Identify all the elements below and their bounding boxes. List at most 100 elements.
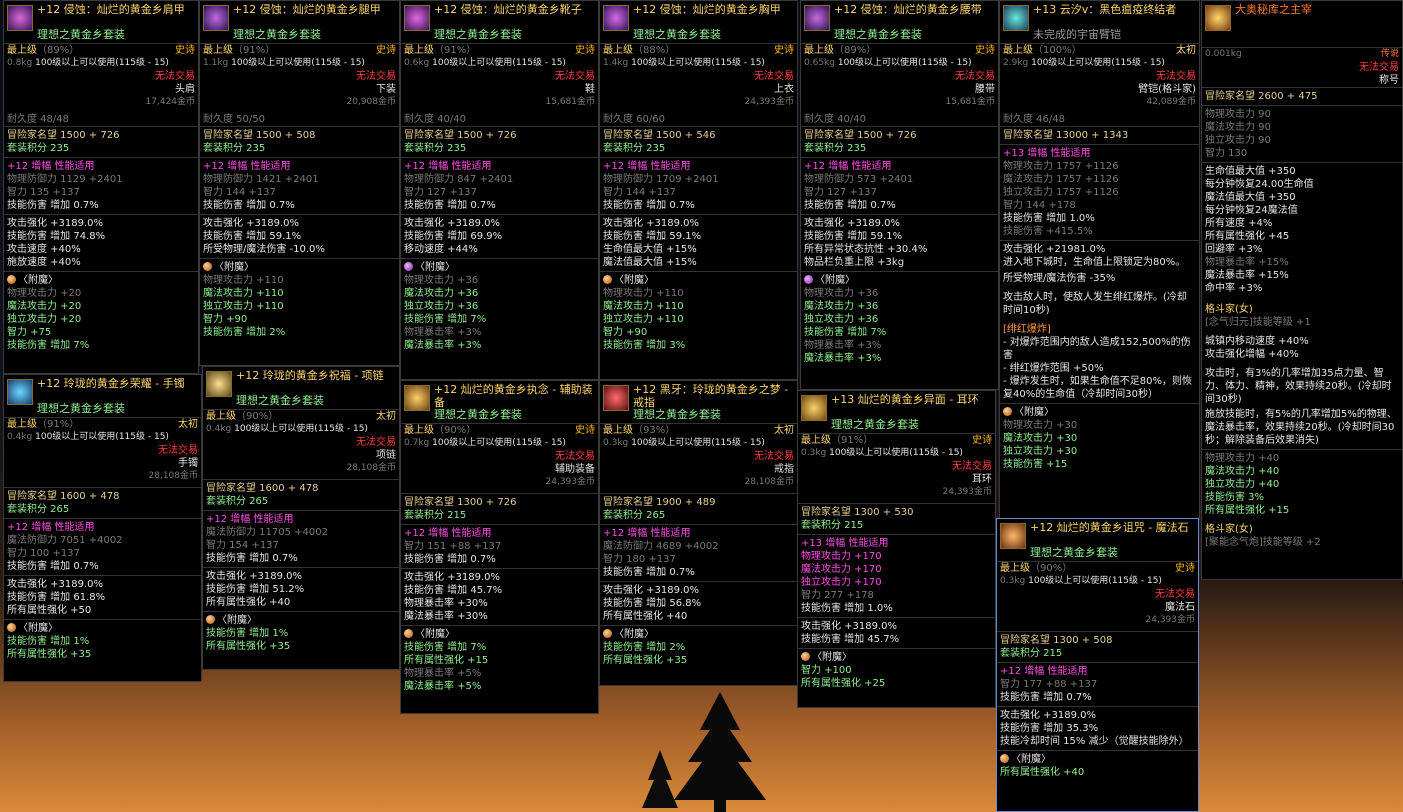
- weight: 0.3kg: [1000, 576, 1026, 586]
- enchant-line: 技能伤害 增加 7%: [804, 327, 887, 338]
- fame: 冒险家名望 1300 + 726: [404, 497, 517, 508]
- item-card-necklace[interactable]: +12 玲珑的黄金乡祝福 - 项链 理想之黄金乡套装 最上级（90%） 太初 0.…: [202, 366, 400, 670]
- enchant-line: 所有属性强化 +40: [1000, 767, 1085, 778]
- trade-status: 无法交易: [955, 71, 995, 82]
- option-line: 攻击强化 +3189.0%: [404, 218, 501, 229]
- stat-line: 技能伤害 增加 0.7%: [206, 553, 298, 564]
- slot-type: 耳环: [972, 474, 992, 485]
- leg-armor-icon: [203, 5, 229, 31]
- option-line: 技能冷却时间 15% 减少（觉醒技能除外）: [1000, 736, 1189, 747]
- grade-pct: （100%）: [1033, 45, 1082, 56]
- enchant-line: 物理暴击率 +3%: [804, 340, 882, 351]
- trade-status: 无法交易: [1359, 62, 1399, 73]
- option-line: 物品栏负重上限 +3kg: [804, 257, 905, 268]
- enchant-title: 〈附魔〉: [614, 629, 654, 640]
- enchant-line: 独立攻击力 +110: [203, 301, 284, 312]
- slot-type: 鞋: [585, 84, 595, 95]
- enchant-line: 物理攻击力 +110: [203, 275, 284, 286]
- enchant-line: 独立攻击力 +110: [603, 314, 684, 325]
- option-line: 技能伤害 增加 74.8%: [7, 231, 106, 242]
- set-points: 套装积分 215: [1000, 648, 1063, 659]
- set-name: 理想之黄金乡套装: [434, 28, 522, 41]
- item-name: +12 玲珑的黄金乡荣耀 - 手镯: [37, 377, 185, 390]
- slot-type: 称号: [1379, 75, 1399, 86]
- grade: 最上级: [1003, 45, 1033, 56]
- trade-status: 无法交易: [356, 71, 396, 82]
- crimson-title: [绯红爆炸]: [1003, 324, 1051, 335]
- stat-line: 独立攻击力 1757 +1126: [1003, 187, 1119, 198]
- rarity: 史诗: [972, 435, 992, 446]
- price: 28,108金币: [744, 477, 795, 487]
- item-card-bracelet[interactable]: +12 玲珑的黄金乡荣耀 - 手镯 理想之黄金乡套装 最上级（91%） 太初 0.…: [3, 374, 202, 682]
- durability: 耐久度 48/48: [7, 114, 69, 125]
- fame: 冒险家名望 2600 + 475: [1205, 91, 1318, 102]
- grade-pct: （91%）: [831, 435, 874, 446]
- option-line: 攻击强化 +3189.0%: [404, 572, 501, 583]
- durability: 耐久度 40/40: [804, 114, 866, 125]
- item-card-ring[interactable]: +12 黑牙：玲珑的黄金乡之梦 - 戒指 理想之黄金乡套装 最上级（93%） 太初…: [599, 380, 798, 686]
- option-line: 技能伤害 增加 56.8%: [603, 598, 702, 609]
- stat-line: 物理攻击力 90: [1205, 109, 1271, 120]
- weight: 1.1kg: [203, 58, 229, 68]
- option-line: 魔法值最大值 +15%: [603, 257, 697, 268]
- option-line: 技能伤害 增加 59.1%: [203, 231, 302, 242]
- item-card-legs[interactable]: +12 侵蚀：灿烂的黄金乡腿甲 理想之黄金乡套装 最上级（91%） 史诗 1.1k…: [199, 0, 400, 366]
- enchant-line: 技能伤害 增加 3%: [603, 340, 686, 351]
- amp-line: +12 增幅 性能适用: [404, 161, 492, 172]
- item-card-title[interactable]: 大奥秘库之主宰 0.001kg 传说 无法交易 称号 冒险家名望 2600 + 4…: [1201, 0, 1403, 580]
- option-line: 攻击强化 +3189.0%: [801, 621, 898, 632]
- item-card-earring[interactable]: +13 灿烂的黄金乡异面 - 耳环 理想之黄金乡套装 最上级（91%） 史诗 0.…: [797, 390, 996, 708]
- set-points: 套装积分 265: [7, 504, 70, 515]
- option-line: 攻击速度 +40%: [7, 244, 81, 255]
- enchant-line: 所有属性强化 +35: [603, 655, 688, 666]
- item-card-boots[interactable]: +12 侵蚀：灿烂的黄金乡靴子 理想之黄金乡套装 最上级（91%） 史诗 0.6k…: [400, 0, 599, 380]
- item-name: +12 玲珑的黄金乡祝福 - 项链: [236, 369, 384, 382]
- amp-line: +12 增幅 性能适用: [203, 161, 291, 172]
- enchant-title: 〈附魔〉: [1014, 407, 1054, 418]
- item-card-belt[interactable]: +12 侵蚀：灿烂的黄金乡腰带 理想之黄金乡套装 最上级（89%） 史诗 0.65…: [800, 0, 999, 390]
- option-line: 攻击强化 +3189.0%: [603, 585, 700, 596]
- enchant-line: 魔法攻击力 +36: [404, 288, 479, 299]
- rarity: 史诗: [575, 425, 595, 436]
- option-line: 魔法暴击率 +30%: [404, 611, 488, 622]
- durability: 耐久度 40/40: [404, 114, 466, 125]
- option-line: 技能伤害 增加 59.1%: [603, 231, 702, 242]
- price: 15,681金币: [545, 97, 596, 107]
- stat-line: 技能伤害 增加 0.7%: [1000, 692, 1092, 703]
- trade-status: 无法交易: [155, 71, 195, 82]
- enchant-orb-icon: [404, 262, 413, 271]
- level-req: 100级以上可以使用(115级 - 15): [432, 438, 566, 448]
- enchant-line: 物理攻击力 +40: [1205, 453, 1280, 464]
- fame: 冒险家名望 1600 + 478: [7, 491, 120, 502]
- price: 24,393金币: [1145, 615, 1196, 625]
- grade: 最上级: [404, 45, 434, 56]
- price: 24,393金币: [744, 97, 795, 107]
- item-card-weapon[interactable]: +13 云汐v：黑色瘟疫终结者 未完成的宇宙臂铠 最上级（100%） 太初 2.9…: [999, 0, 1200, 520]
- option-line: 所有属性强化 +40: [206, 597, 291, 608]
- option-line: 技能伤害 增加 51.2%: [206, 584, 305, 595]
- stat-line: 物理防御力 1129 +2401: [7, 174, 123, 185]
- item-card-shoulder[interactable]: +12 侵蚀：灿烂的黄金乡肩甲 理想之黄金乡套装 最上级（89%） 史诗 0.8k…: [3, 0, 199, 374]
- grade: 最上级: [404, 425, 434, 436]
- stat-line: 智力 277 +178: [801, 590, 874, 601]
- set-points: 套装积分 235: [603, 143, 666, 154]
- weight: 0.4kg: [7, 432, 33, 442]
- enchant-line: 物理暴击率 +5%: [404, 668, 482, 679]
- item-card-subequip[interactable]: +12 灿烂的黄金乡执念 - 辅助装备 理想之黄金乡套装 最上级（90%） 史诗 …: [400, 380, 599, 714]
- trade-status: 无法交易: [555, 451, 595, 462]
- enchant-line: 魔法攻击力 +40: [1205, 466, 1280, 477]
- enchant-line: 独立攻击力 +30: [1003, 446, 1078, 457]
- slot-type: 头肩: [175, 84, 195, 95]
- option-line: 物理暴击率 +30%: [404, 598, 488, 609]
- stat-line: 魔法防御力 7051 +4002: [7, 535, 123, 546]
- fame: 冒险家名望 1500 + 726: [7, 130, 120, 141]
- option-line: 物理暴击率 +15%: [1205, 257, 1289, 268]
- title-badge-icon: [1205, 5, 1231, 31]
- enchant-orb-icon: [603, 275, 612, 284]
- option-line: 每分钟恢复24魔法值: [1205, 205, 1298, 216]
- grade: 最上级: [603, 45, 633, 56]
- item-card-chest[interactable]: +12 侵蚀：灿烂的黄金乡胸甲 理想之黄金乡套装 最上级（88%） 史诗 1.4k…: [599, 0, 798, 380]
- item-name: +13 灿烂的黄金乡异面 - 耳环: [831, 393, 979, 406]
- belt-icon: [804, 5, 830, 31]
- item-card-magicstone[interactable]: +12 灿烂的黄金乡诅咒 - 魔法石 理想之黄金乡套装 最上级（90%） 史诗 0…: [996, 518, 1199, 812]
